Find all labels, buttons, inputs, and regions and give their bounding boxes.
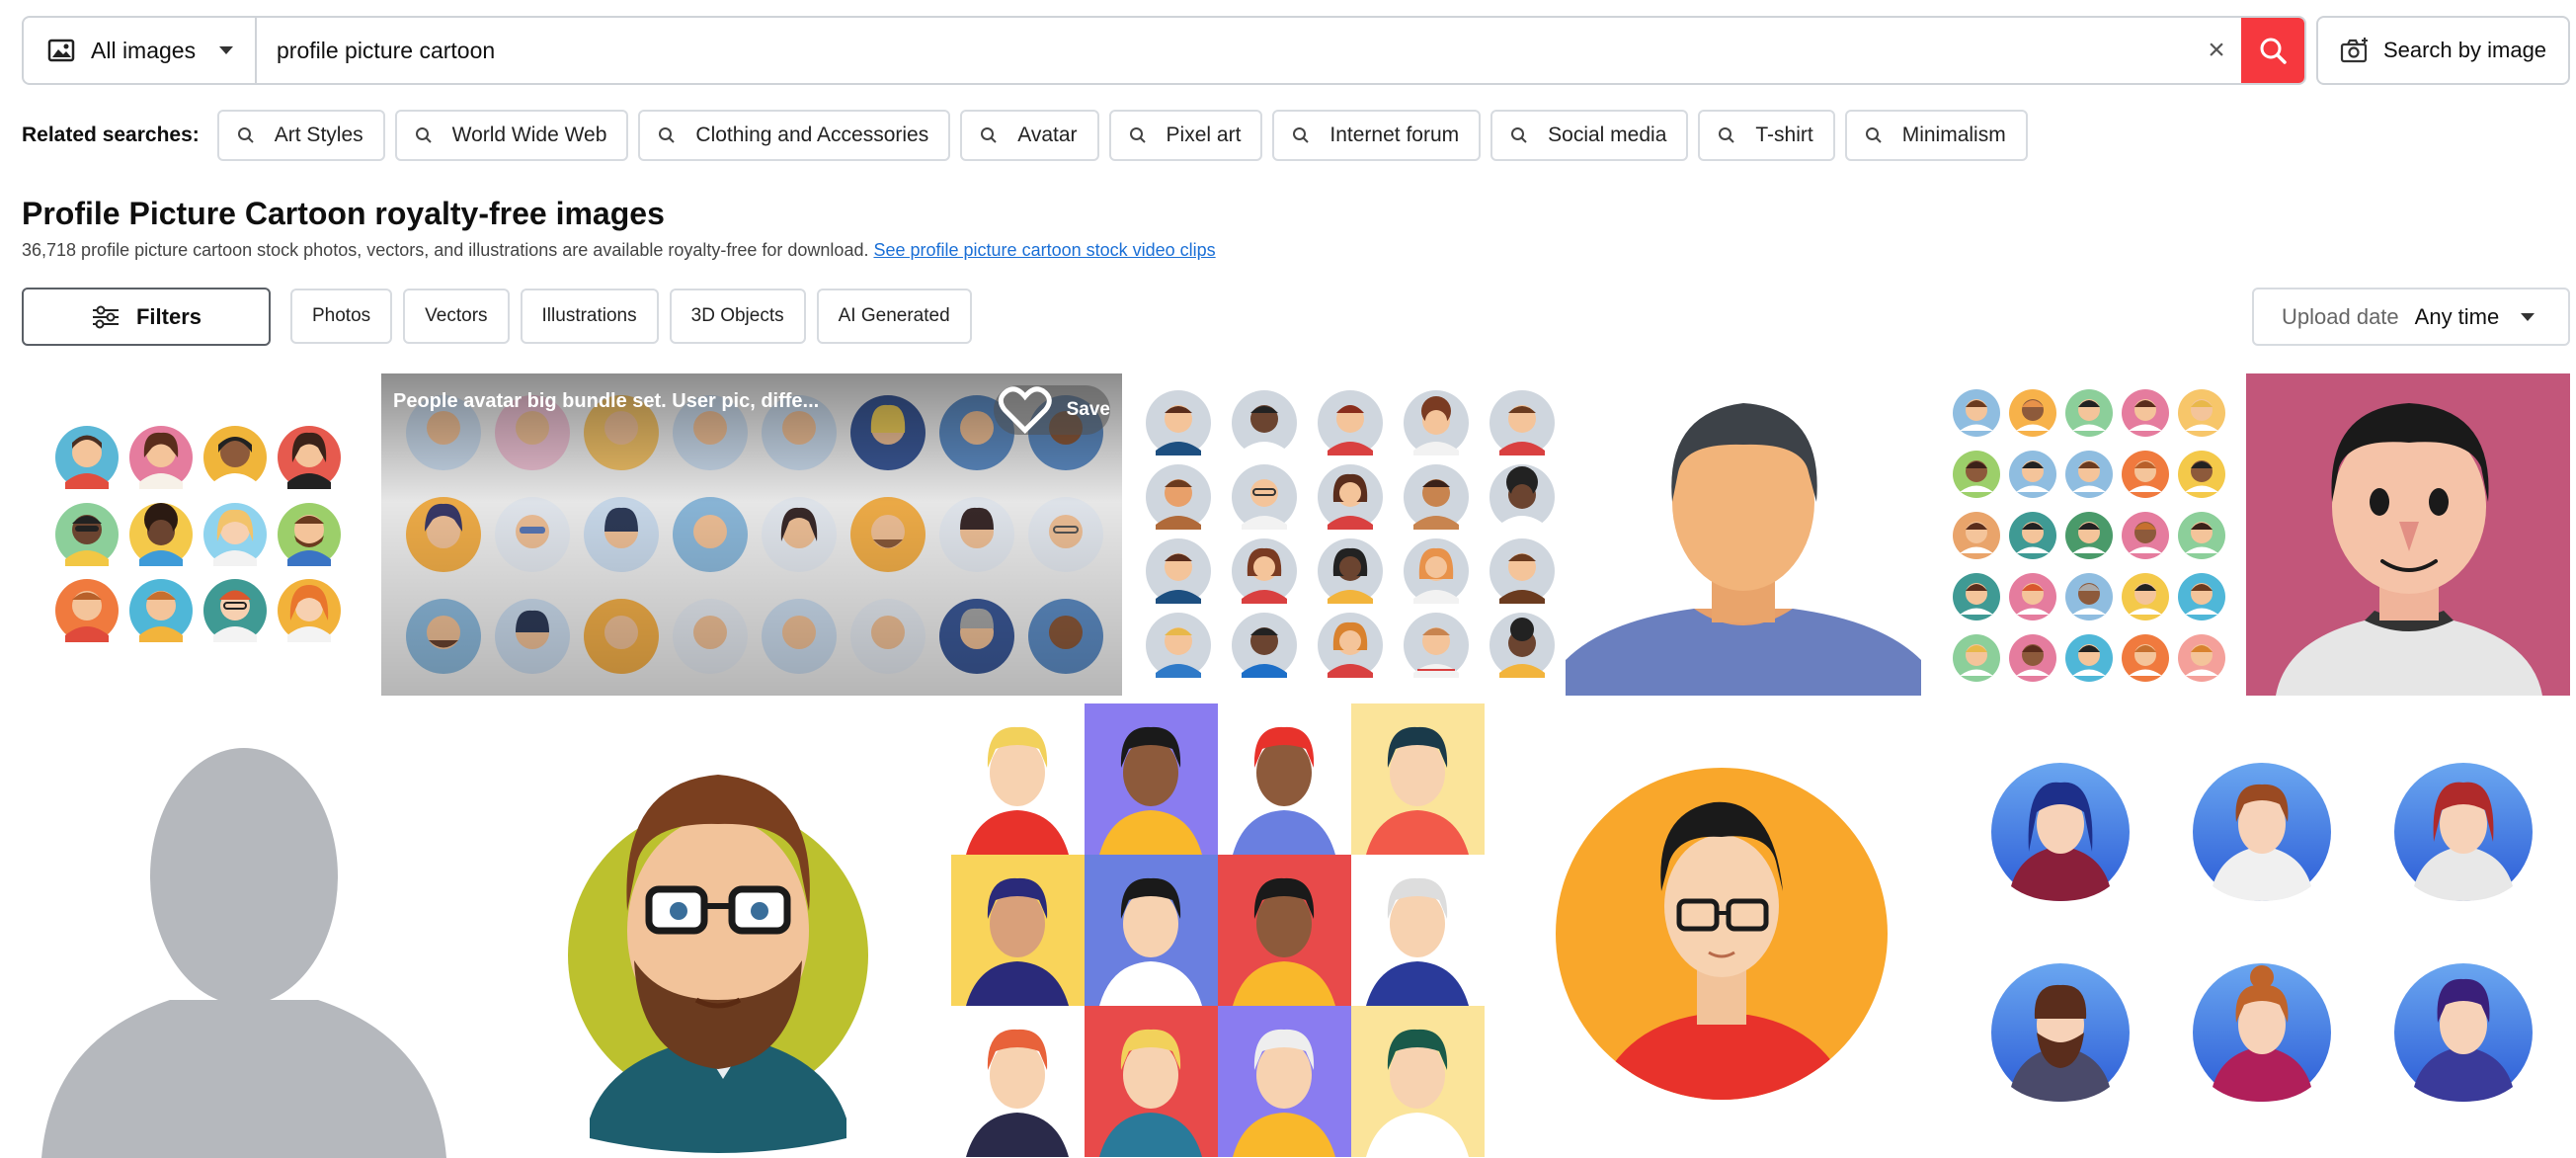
result-image[interactable] bbox=[1966, 703, 2570, 1158]
type-chip-illustrations[interactable]: Illustrations bbox=[520, 289, 659, 344]
sliders-icon bbox=[92, 305, 119, 328]
filters-label: Filters bbox=[135, 303, 202, 329]
chevron-down-icon bbox=[2521, 312, 2536, 321]
related-chip[interactable]: Pixel art bbox=[1108, 110, 1263, 161]
search-icon bbox=[1129, 127, 1146, 143]
type-chip-3d-objects[interactable]: 3D Objects bbox=[669, 289, 806, 344]
related-searches: Related searches: Art Styles World Wide … bbox=[22, 110, 2028, 161]
save-button[interactable]: Save bbox=[994, 385, 1110, 435]
upload-date-label: Upload date bbox=[2282, 303, 2399, 329]
type-chip-vectors[interactable]: Vectors bbox=[403, 289, 510, 344]
related-chip[interactable]: Avatar bbox=[960, 110, 1099, 161]
blue-avatar-set-illustration bbox=[1966, 703, 2570, 1158]
upload-date-value: Any time bbox=[2414, 303, 2500, 329]
clear-search-button[interactable]: × bbox=[2192, 18, 2241, 83]
image-type-label: All images bbox=[91, 37, 197, 63]
image-icon bbox=[47, 39, 75, 62]
search-query-field[interactable] bbox=[257, 18, 2192, 83]
asset-type-chips: Photos Vectors Illustrations 3D Objects … bbox=[290, 289, 972, 344]
search-bar: All images × bbox=[22, 16, 2306, 85]
type-chip-ai-generated[interactable]: AI Generated bbox=[816, 289, 972, 344]
avatar-collage-illustration bbox=[951, 703, 1485, 1157]
small-avatar-grid-illustration bbox=[1953, 389, 2225, 682]
result-image[interactable] bbox=[22, 703, 466, 1158]
save-label: Save bbox=[1066, 399, 1110, 420]
related-chip[interactable]: World Wide Web bbox=[394, 110, 629, 161]
search-icon bbox=[981, 127, 997, 143]
search-icon bbox=[2260, 38, 2287, 64]
related-chip[interactable]: Minimalism bbox=[1844, 110, 2028, 161]
avatar-grid-illustration bbox=[1146, 390, 1555, 678]
heart-icon bbox=[998, 386, 1052, 434]
result-image[interactable] bbox=[1566, 373, 1921, 696]
related-searches-label: Related searches: bbox=[22, 124, 200, 146]
result-image[interactable] bbox=[1929, 373, 2245, 696]
search-icon bbox=[1293, 127, 1310, 143]
related-chip[interactable]: Social media bbox=[1490, 110, 1689, 161]
result-image[interactable] bbox=[471, 703, 941, 1158]
search-button[interactable] bbox=[2241, 18, 2304, 83]
chevron-down-icon bbox=[219, 46, 233, 54]
result-image[interactable] bbox=[22, 373, 375, 696]
result-image[interactable] bbox=[1129, 373, 1558, 696]
search-icon bbox=[415, 127, 432, 143]
search-icon bbox=[1511, 127, 1527, 143]
upload-date-dropdown[interactable]: Upload date Any time bbox=[2252, 288, 2570, 346]
related-chip[interactable]: T-shirt bbox=[1698, 110, 1835, 161]
search-input[interactable] bbox=[277, 37, 2192, 64]
type-chip-photos[interactable]: Photos bbox=[290, 289, 393, 344]
related-chip[interactable]: Clothing and Accessories bbox=[638, 110, 951, 161]
image-type-dropdown[interactable]: All images bbox=[24, 18, 257, 83]
results-subtitle: 36,718 profile picture cartoon stock pho… bbox=[22, 240, 1216, 261]
camera-icon bbox=[2340, 38, 2368, 63]
avatar-set-illustration bbox=[55, 426, 341, 642]
search-by-image-label: Search by image bbox=[2382, 38, 2547, 62]
related-chip[interactable]: Art Styles bbox=[216, 110, 385, 161]
search-icon bbox=[659, 127, 676, 143]
default-avatar-man-illustration bbox=[1566, 373, 1921, 696]
video-clips-link[interactable]: See profile picture cartoon stock video … bbox=[873, 240, 1215, 260]
search-icon bbox=[237, 127, 254, 143]
bearded-man-avatar-illustration bbox=[471, 703, 941, 1158]
page-title: Profile Picture Cartoon royalty-free ima… bbox=[22, 196, 665, 231]
result-image-hovered[interactable]: People avatar big bundle set. User pic, … bbox=[381, 373, 1122, 696]
image-caption: People avatar big bundle set. User pic, … bbox=[393, 390, 820, 412]
search-icon bbox=[1865, 127, 1882, 143]
result-image[interactable] bbox=[1541, 703, 1896, 1158]
search-by-image-button[interactable]: Search by image bbox=[2316, 16, 2570, 85]
orange-avatar-man-illustration bbox=[1541, 703, 1896, 1158]
filters-button[interactable]: Filters bbox=[22, 288, 271, 346]
3d-avatar-man-illustration bbox=[2246, 373, 2570, 696]
related-chip[interactable]: Internet forum bbox=[1272, 110, 1482, 161]
search-icon bbox=[1719, 127, 1735, 143]
grey-silhouette-placeholder bbox=[22, 703, 466, 1158]
result-image[interactable] bbox=[2246, 373, 2570, 696]
results-count-text: 36,718 profile picture cartoon stock pho… bbox=[22, 240, 869, 260]
close-icon: × bbox=[2208, 34, 2225, 66]
result-image[interactable] bbox=[951, 703, 1487, 1158]
